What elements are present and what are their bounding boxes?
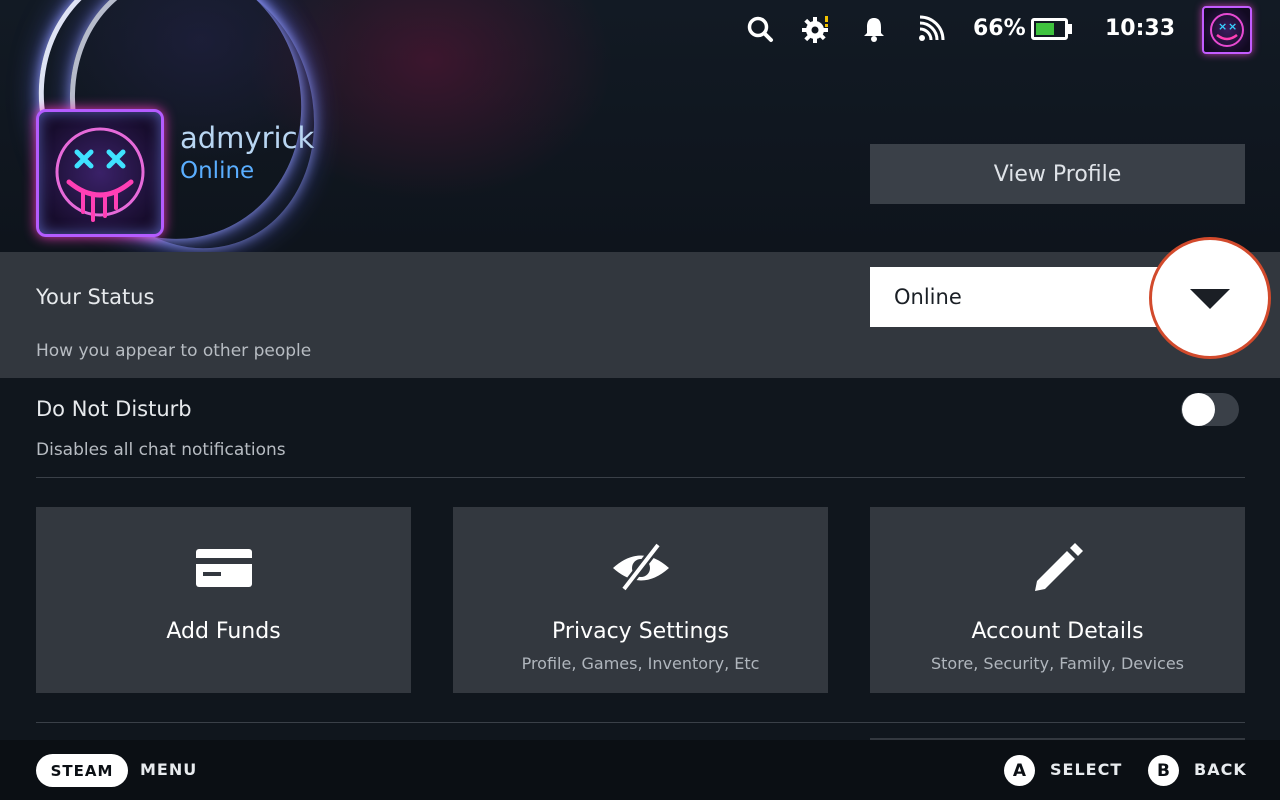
toggle-knob (1182, 393, 1215, 426)
pencil-icon (1035, 543, 1083, 591)
credit-card-icon (196, 549, 252, 587)
chevron-down-icon (1190, 289, 1230, 309)
a-button-glyph: A (1004, 755, 1035, 786)
svg-text:×: × (1228, 20, 1237, 33)
tile-title: Account Details (971, 619, 1144, 644)
battery-percentage: 66% (973, 16, 1026, 41)
eye-slash-icon (613, 542, 669, 592)
battery-fill (1036, 23, 1054, 35)
status-dropdown-value: Online (894, 285, 962, 309)
dnd-title: Do Not Disturb (36, 397, 192, 421)
topbar-avatar[interactable]: × × (1202, 6, 1252, 54)
battery-icon (1031, 18, 1073, 40)
settings-gear-icon[interactable] (801, 14, 831, 44)
add-funds-tile[interactable]: Add Funds (36, 507, 411, 693)
notification-bell-icon[interactable] (859, 14, 889, 44)
select-label[interactable]: SELECT (1050, 760, 1122, 779)
privacy-settings-tile[interactable]: Privacy Settings Profile, Games, Invento… (453, 507, 828, 693)
search-icon[interactable] (745, 14, 775, 44)
dnd-subtitle: Disables all chat notifications (36, 440, 286, 460)
tile-title: Privacy Settings (552, 619, 729, 644)
b-button-glyph: B (1148, 755, 1179, 786)
steam-button[interactable]: STEAM (36, 754, 128, 787)
svg-text:×: × (1218, 20, 1227, 33)
menu-label[interactable]: MENU (140, 760, 197, 779)
tile-subtitle: Store, Security, Family, Devices (930, 654, 1185, 673)
profile-avatar (36, 109, 164, 237)
tile-title: Add Funds (166, 619, 281, 644)
profile-username: admyrick (180, 121, 315, 155)
profile-online-status: Online (180, 158, 255, 184)
account-details-tile[interactable]: Account Details Store, Security, Family,… (870, 507, 1245, 693)
back-label[interactable]: BACK (1194, 760, 1247, 779)
dropdown-arrow-highlight[interactable] (1149, 237, 1271, 359)
wifi-signal-icon[interactable] (916, 14, 946, 44)
dnd-toggle[interactable] (1181, 393, 1239, 426)
view-profile-button[interactable]: View Profile (870, 144, 1245, 204)
steam-profile-screen: 66% 10:33 × × admyrick Online View Profi… (0, 0, 1280, 800)
section-divider (36, 722, 1245, 723)
tile-subtitle: Profile, Games, Inventory, Etc (521, 654, 760, 673)
clock-time: 10:33 (1105, 16, 1176, 41)
section-divider (36, 477, 1245, 478)
your-status-subtitle: How you appear to other people (36, 341, 312, 361)
your-status-title: Your Status (36, 285, 155, 309)
